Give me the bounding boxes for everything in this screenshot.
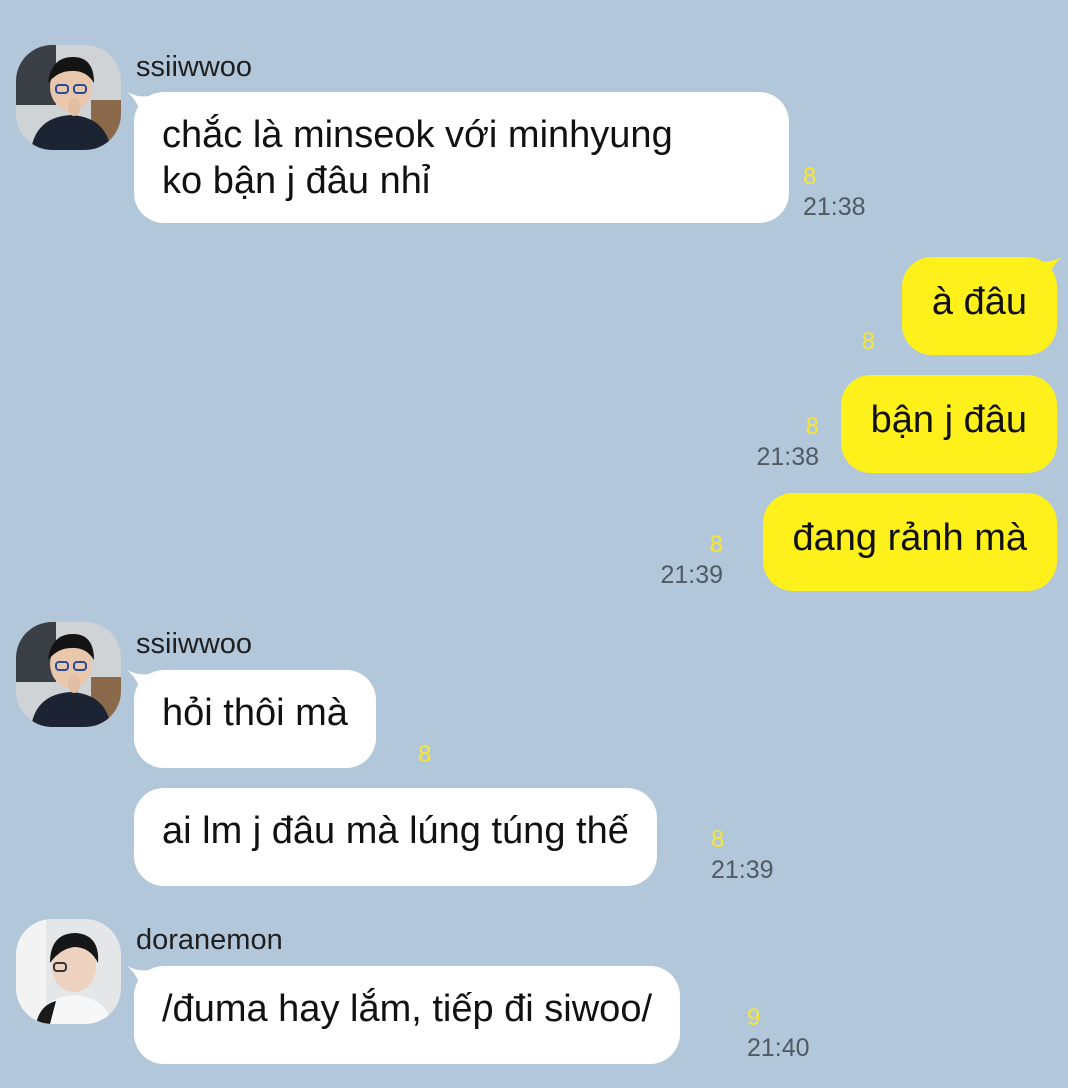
unread-count: 8 (803, 163, 817, 190)
timestamp: 21:39 (660, 561, 723, 589)
message-bubble-incoming[interactable]: chắc là minseok với minhyung ko bận j đâ… (134, 92, 789, 223)
unread-count: 8 (805, 413, 819, 440)
unread-count: 9 (747, 1004, 761, 1031)
message-bubble-incoming[interactable]: hỏi thôi mà (134, 670, 376, 768)
message-bubble-incoming[interactable]: /đuma hay lắm, tiếp đi siwoo/ (134, 966, 681, 1064)
message-text-line: chắc là minseok với minhyung (162, 114, 673, 156)
message-meta: 8 21:39 (711, 825, 774, 885)
avatar-doranemon[interactable] (16, 919, 121, 1024)
timestamp: 21:40 (747, 1034, 810, 1062)
timestamp: 21:39 (711, 856, 774, 884)
sender-name: ssiiwwoo (136, 51, 253, 83)
message-text: ai lm j đâu mà lúng túng thế (162, 810, 629, 852)
message-meta: 9 21:40 (747, 1003, 810, 1063)
unread-count: 8 (861, 328, 875, 355)
unread-count: 8 (711, 826, 725, 853)
avatar-ssiiwwoo-image (16, 622, 121, 727)
chat-room: ssiiwwoo chắc là minseok với minhyung ko… (0, 0, 1068, 1088)
message-meta: 8 21:38 (756, 412, 819, 472)
avatar-ssiiwwoo[interactable] (16, 45, 121, 150)
message-text: /đuma hay lắm, tiếp đi siwoo/ (162, 988, 653, 1030)
message-text: đang rảnh mà (792, 517, 1028, 559)
message-bubble-incoming[interactable]: ai lm j đâu mà lúng túng thế (134, 788, 657, 886)
avatar-doranemon-image (16, 919, 121, 1024)
avatar-ssiiwwoo-image (16, 45, 121, 150)
unread-count: 8 (709, 531, 723, 558)
message-bubble-outgoing[interactable]: đang rảnh mà (762, 493, 1057, 591)
message-bubble-outgoing[interactable]: à đâu (901, 257, 1057, 355)
message-meta: 8 (418, 740, 431, 770)
message-meta: 8 21:38 (803, 162, 866, 222)
timestamp: 21:38 (756, 443, 819, 471)
message-text-line: ko bận j đâu nhỉ (162, 160, 431, 202)
sender-name: ssiiwwoo (136, 628, 253, 660)
unread-count: 8 (418, 741, 432, 768)
sender-name: doranemon (136, 924, 283, 956)
avatar-ssiiwwoo[interactable] (16, 622, 121, 727)
message-meta: 8 (862, 327, 875, 357)
message-meta: 8 21:39 (660, 530, 723, 590)
timestamp: 21:38 (803, 193, 866, 221)
message-text: bận j đâu (870, 399, 1027, 441)
message-text: à đâu (931, 281, 1027, 323)
message-bubble-outgoing[interactable]: bận j đâu (840, 375, 1057, 473)
message-text: hỏi thôi mà (162, 692, 348, 734)
